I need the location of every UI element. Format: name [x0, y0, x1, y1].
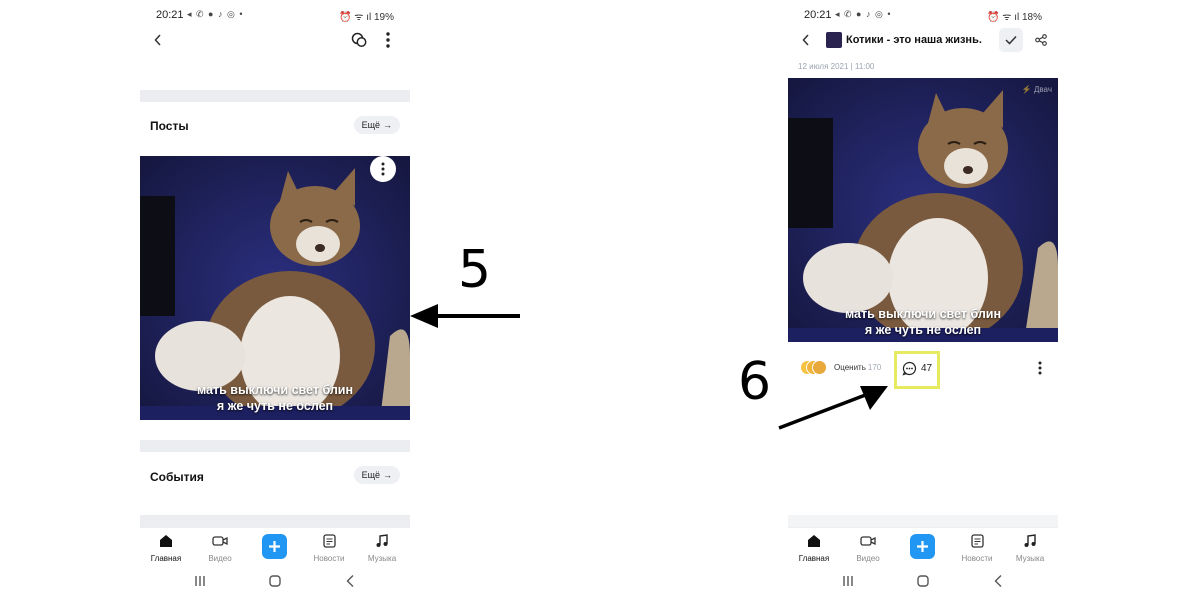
events-more-label: Ещё [361, 470, 380, 480]
meme-caption: мать выключи свет блин я же чуть не осле… [788, 306, 1058, 338]
nav-home-label: Главная [798, 554, 830, 563]
nav-home-label: Главная [150, 554, 182, 563]
subscribed-button[interactable] [999, 28, 1023, 52]
status-system-icons: ⏰ ᯤ ıl 19% [339, 12, 394, 23]
home-system-icon[interactable] [268, 574, 282, 588]
create-post-button[interactable] [910, 534, 935, 559]
image-watermark: ⚡ Двач [1021, 85, 1052, 94]
posts-section-title: Посты [150, 119, 189, 133]
create-post-button[interactable] [262, 534, 287, 559]
nav-item-video[interactable]: Видео [194, 534, 246, 563]
system-navigation-bar [140, 570, 410, 600]
recent-apps-icon[interactable] [841, 575, 855, 587]
events-section-title: События [150, 470, 204, 484]
community-title[interactable]: Котики - это наша жизнь. [846, 34, 982, 46]
plus-icon [269, 541, 280, 552]
back-icon[interactable] [150, 30, 166, 50]
back-system-icon[interactable] [993, 574, 1003, 588]
right-phone-screen: 20:21 ◂ ✆ ● ♪ ◎ • ⏰ ᯤ ıl 18% Котики - эт… [788, 0, 1058, 600]
nav-music-label: Музыка [367, 554, 397, 563]
section-divider [140, 515, 410, 527]
status-app-icons: ◂ ✆ ● ♪ ◎ • [187, 9, 244, 19]
meme-caption-line1: мать выключи свет блин [196, 383, 354, 397]
post-image-cat-meme[interactable]: ⚡ Двач мать выключи свет блин я же чуть … [788, 78, 1058, 342]
battery-level: 19% [373, 12, 394, 23]
arrow-right-icon: → [383, 120, 392, 130]
events-more-button[interactable]: Ещё → [353, 466, 400, 484]
nav-music-label: Музыка [1015, 554, 1045, 563]
post-menu-button[interactable] [370, 156, 396, 182]
status-bar: 20:21 ◂ ✆ ● ♪ ◎ • ⏰ ᯤ ıl 18% [788, 0, 1058, 30]
video-icon [860, 536, 876, 546]
cat-illustration [140, 156, 410, 420]
plus-icon [917, 541, 928, 552]
recent-apps-icon[interactable] [193, 575, 207, 587]
nav-item-home[interactable]: Главная [788, 534, 840, 563]
annotation-step-6: 6 [738, 352, 772, 412]
post-image-cat-meme[interactable]: мать выключи свет блин я же чуть не осле… [140, 156, 410, 420]
video-icon [212, 536, 228, 546]
status-time: 20:21 [156, 9, 184, 21]
section-divider [140, 440, 410, 452]
reaction-emojis[interactable] [800, 360, 828, 376]
back-icon[interactable] [798, 30, 814, 50]
cat-illustration [788, 78, 1058, 342]
posts-more-button[interactable]: Ещё → [353, 116, 400, 134]
home-system-icon[interactable] [916, 574, 930, 588]
posts-more-label: Ещё [361, 120, 380, 130]
rate-label: Оценить [834, 363, 866, 372]
community-avatar[interactable] [826, 32, 842, 48]
meme-caption-line2: я же чуть не ослеп [864, 323, 982, 337]
annotation-arrow-left-icon [410, 304, 520, 328]
smile-emoji-icon [812, 360, 827, 375]
arrow-right-icon: → [383, 470, 392, 480]
share-icon[interactable] [1032, 30, 1050, 50]
music-icon [376, 534, 388, 547]
rate-count: 170 [867, 363, 882, 372]
nav-item-news[interactable]: Новости [951, 534, 1003, 563]
status-app-icons: ◂ ✆ ● ♪ ◎ • [835, 9, 892, 19]
watermark-text: Двач [1033, 85, 1052, 94]
more-vertical-icon[interactable] [378, 30, 398, 50]
bottom-navigation: Главная Видео Новости Музыка [140, 527, 410, 570]
system-navigation-bar [788, 570, 1058, 600]
more-vertical-icon[interactable] [1030, 358, 1050, 378]
meme-caption-line2: я же чуть не ослеп [216, 399, 334, 413]
nav-video-label: Видео [208, 554, 232, 563]
nav-item-home[interactable]: Главная [140, 534, 192, 563]
nav-news-label: Новости [961, 554, 993, 563]
comments-highlight-box [894, 351, 940, 389]
music-icon [1024, 534, 1036, 547]
back-system-icon[interactable] [345, 574, 355, 588]
news-icon [322, 534, 336, 548]
section-divider [788, 515, 1058, 527]
section-divider [140, 90, 410, 102]
meme-caption-line1: мать выключи свет блин [844, 307, 1002, 321]
home-icon [808, 535, 820, 547]
nav-item-music[interactable]: Музыка [356, 534, 408, 563]
left-phone-screen: 20:21 ◂ ✆ ● ♪ ◎ • ⏰ ᯤ ıl 19% Посты Ещё → [140, 0, 410, 600]
nav-video-label: Видео [856, 554, 880, 563]
nav-item-news[interactable]: Новости [303, 534, 355, 563]
news-icon [970, 534, 984, 548]
nav-news-label: Новости [313, 554, 345, 563]
status-system-icons: ⏰ ᯤ ıl 18% [987, 12, 1042, 23]
meme-caption: мать выключи свет блин я же чуть не осле… [140, 382, 410, 414]
nav-item-video[interactable]: Видео [842, 534, 894, 563]
annotation-step-5: 5 [458, 240, 492, 300]
rate-button[interactable]: Оценить 170 [834, 363, 881, 372]
battery-level: 18% [1021, 12, 1042, 23]
home-icon [160, 535, 172, 547]
post-date: 12 июля 2021 | 11:00 [798, 62, 875, 71]
chat-bubbles-icon[interactable] [349, 30, 369, 50]
more-vertical-icon [381, 162, 385, 176]
check-icon [1005, 35, 1017, 45]
nav-item-music[interactable]: Музыка [1004, 534, 1056, 563]
bottom-navigation: Главная Видео Новости Музыка [788, 527, 1058, 570]
status-time: 20:21 [804, 9, 832, 21]
annotation-arrow-up-right-icon [778, 386, 888, 430]
status-bar: 20:21 ◂ ✆ ● ♪ ◎ • ⏰ ᯤ ıl 19% [140, 0, 410, 30]
